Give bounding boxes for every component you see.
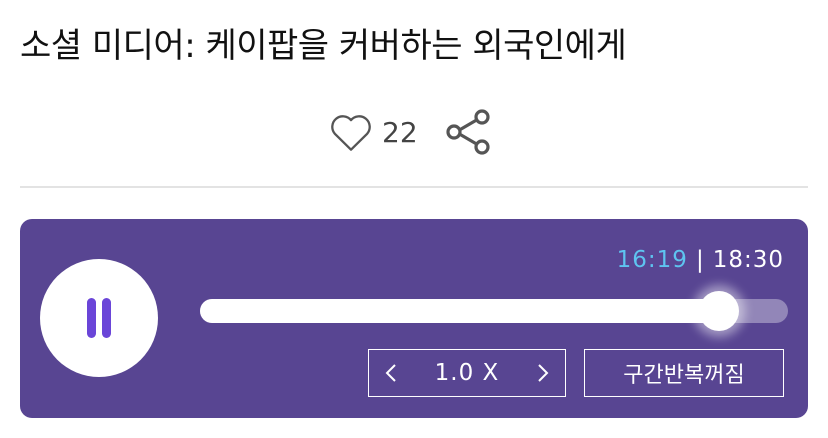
total-time: 18:30	[712, 247, 784, 273]
chevron-right-icon	[538, 364, 549, 382]
heart-icon[interactable]	[326, 107, 376, 157]
speed-decrease-button[interactable]	[369, 350, 413, 396]
speed-increase-button[interactable]	[521, 350, 565, 396]
current-time: 16:19	[616, 247, 688, 273]
playback-speed-control: 1.0 X	[368, 349, 566, 397]
playback-speed-value: 1.0 X	[434, 360, 500, 386]
share-icon[interactable]	[440, 104, 496, 160]
progress-fill	[200, 299, 719, 323]
time-display: 16:19 | 18:30	[617, 247, 784, 273]
pause-button[interactable]	[40, 259, 158, 377]
divider	[20, 186, 808, 188]
audio-player: 16:19 | 18:30 1.0 X 구간반복꺼짐	[20, 219, 808, 418]
article-actions: 22	[326, 104, 496, 160]
time-separator: |	[695, 247, 705, 273]
like-count: 22	[382, 115, 418, 149]
progress-slider[interactable]	[200, 291, 788, 331]
progress-thumb[interactable]	[698, 291, 739, 331]
section-repeat-toggle[interactable]: 구간반복꺼짐	[584, 349, 784, 397]
page-title: 소셜 미디어: 케이팝을 커버하는 외국인에게	[20, 26, 627, 66]
chevron-left-icon	[385, 364, 396, 382]
